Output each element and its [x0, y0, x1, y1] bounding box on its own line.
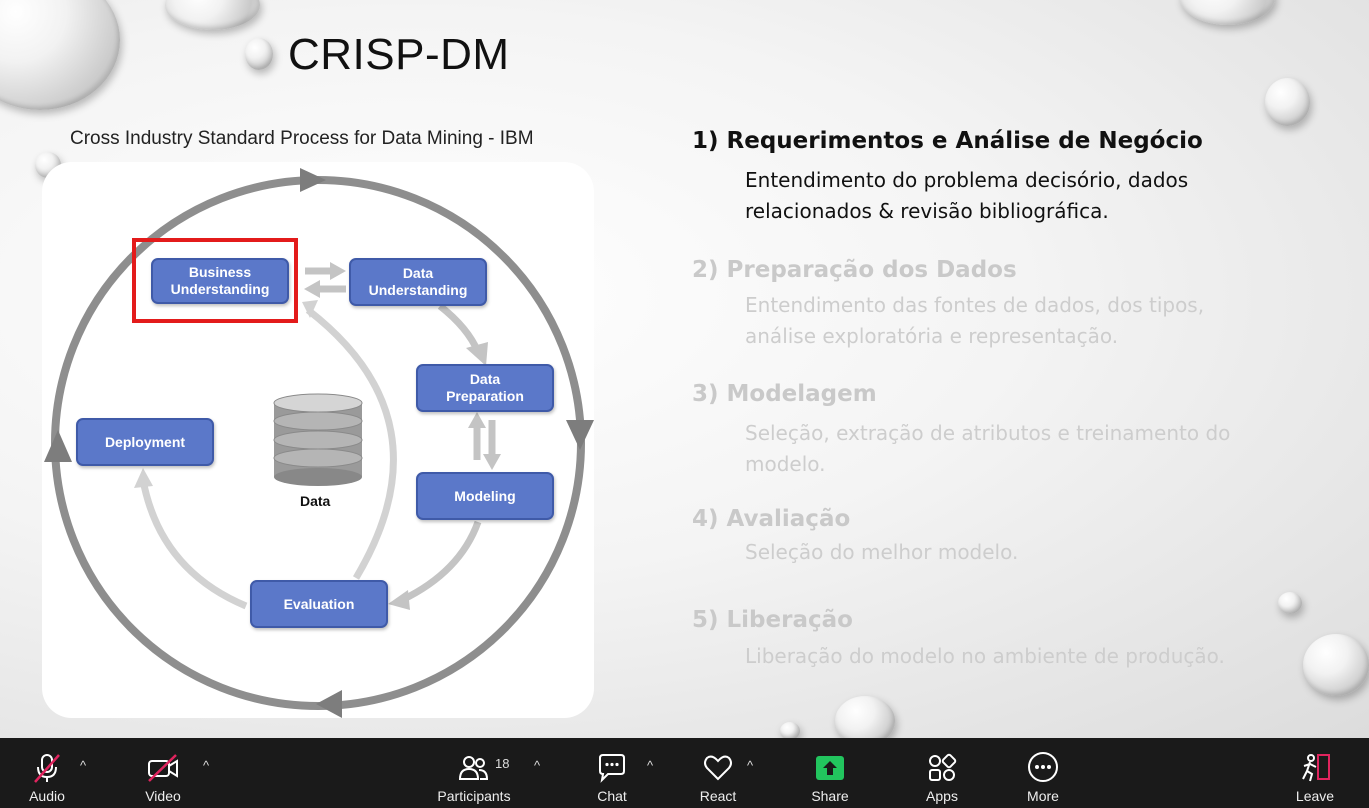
step-5-desc: Liberação do modelo no ambiente de produ…: [745, 644, 1225, 668]
react-label: React: [699, 788, 737, 804]
node-data-understanding: Data Understanding: [349, 258, 487, 306]
node-evaluation: Evaluation: [250, 580, 388, 628]
video-label: Video: [145, 788, 181, 804]
more-icon: [1028, 752, 1058, 782]
cycle-arrow-bottom: [316, 690, 342, 718]
diagram-arrows: [44, 168, 594, 718]
step-4-desc: Seleção do melhor modelo.: [745, 540, 1019, 564]
react-options-chevron-icon[interactable]: ^: [747, 758, 753, 773]
step-4-heading: 4) Avaliação: [692, 506, 851, 532]
apps-button[interactable]: Apps: [918, 738, 966, 808]
node-data-preparation: Data Preparation: [416, 364, 554, 412]
react-button[interactable]: React: [694, 738, 742, 808]
step-2-heading: 2) Preparação dos Dados: [692, 257, 1017, 283]
chat-label: Chat: [597, 788, 627, 804]
participants-icon: [458, 756, 489, 780]
data-store-label: Data: [300, 493, 331, 509]
video-button[interactable]: Video: [134, 738, 192, 808]
heart-icon: [704, 755, 732, 781]
audio-button[interactable]: Audio: [18, 738, 76, 808]
node-deployment: Deployment: [76, 418, 214, 466]
leave-button[interactable]: Leave: [1290, 738, 1340, 808]
participants-options-chevron-icon[interactable]: ^: [534, 758, 540, 773]
step-1-heading: 1) Requerimentos e Análise de Negócio: [692, 128, 1203, 154]
leave-door-icon: [1302, 754, 1330, 782]
video-options-chevron-icon[interactable]: ^: [203, 758, 209, 773]
meeting-toolbar: Audio ^ Video ^ Participants 18 ^ Chat ^: [0, 738, 1369, 808]
participants-button[interactable]: Participants: [430, 738, 518, 808]
chat-button[interactable]: Chat: [588, 738, 636, 808]
presentation-slide: CRISP-DM Cross Industry Standard Process…: [0, 0, 1369, 738]
share-button[interactable]: Share: [806, 738, 854, 808]
microphone-muted-icon: [34, 754, 60, 783]
audio-label: Audio: [29, 788, 65, 804]
step-5-heading: 5) Liberação: [692, 607, 853, 633]
audio-options-chevron-icon[interactable]: ^: [80, 758, 86, 773]
apps-icon: [929, 753, 957, 781]
share-screen-icon: [816, 756, 844, 780]
cycle-arrow-top: [300, 168, 326, 192]
step-3-heading: 3) Modelagem: [692, 381, 877, 407]
step-3-desc: Seleção, extração de atributos e treinam…: [745, 421, 1231, 476]
chat-icon: [599, 754, 625, 783]
leave-label: Leave: [1295, 788, 1335, 804]
more-button[interactable]: More: [1019, 738, 1067, 808]
participants-count: 18: [495, 756, 510, 771]
participants-label: Participants: [437, 788, 511, 804]
cycle-arrow-right: [566, 420, 594, 450]
camera-off-icon: [148, 754, 178, 782]
more-label: More: [1027, 788, 1059, 804]
step-1-desc: Entendimento do problema decisório, dado…: [745, 168, 1189, 223]
step-2-desc: Entendimento das fontes de dados, dos ti…: [745, 293, 1205, 348]
database-icon: [273, 393, 363, 486]
apps-label: Apps: [926, 788, 958, 804]
share-label: Share: [811, 788, 849, 804]
node-modeling: Modeling: [416, 472, 554, 520]
chat-options-chevron-icon[interactable]: ^: [647, 758, 653, 773]
cycle-arrow-left: [44, 430, 72, 462]
highlight-box: [132, 238, 298, 323]
